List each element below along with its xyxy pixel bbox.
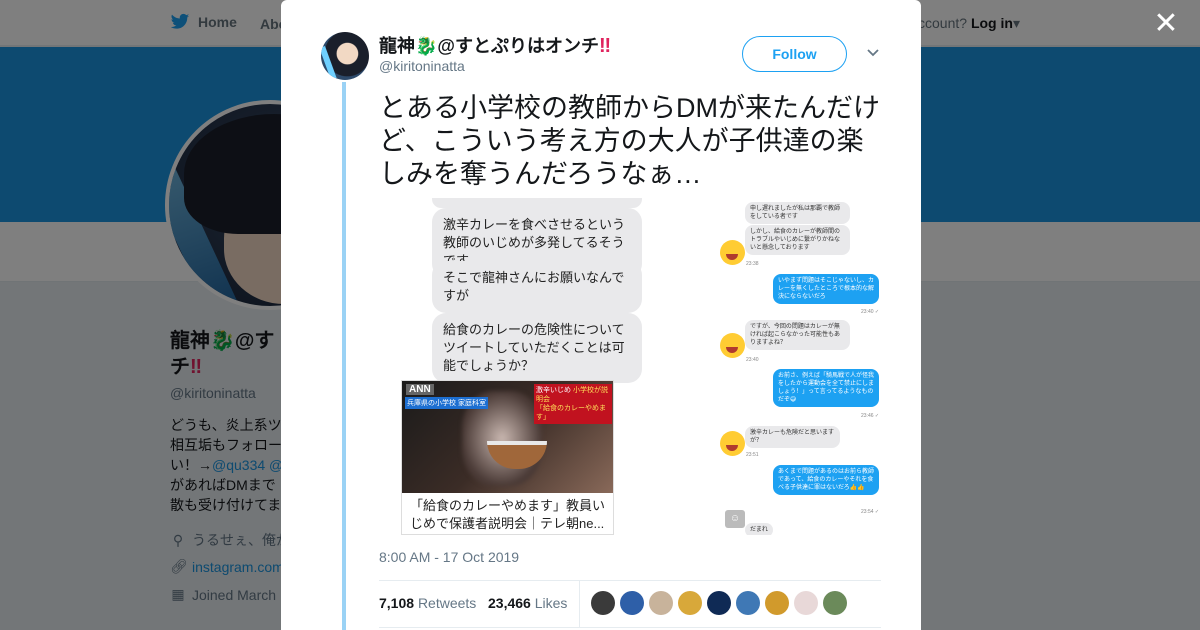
- dm-time-3: 23:40: [746, 357, 759, 363]
- author-name[interactable]: 龍神🐉@すとぷりはオンチ‼: [379, 32, 611, 58]
- news-thumbnail: ANN 兵庫県の小学校 家庭科室 激辛いじめ 小学校が説明会 「給食のカレーやめ…: [402, 381, 613, 493]
- dragon-emoji-icon: 🐉: [415, 36, 438, 56]
- tweet-stats: 7,108 Retweets 23,466 Likes: [379, 580, 881, 628]
- liker-avatar[interactable]: [591, 591, 615, 615]
- tweet-timestamp[interactable]: 8:00 AM - 17 Oct 2019: [379, 549, 519, 565]
- news-link-card[interactable]: ANN 兵庫県の小学校 家庭科室 激辛いじめ 小学校が説明会 「給食のカレーやめ…: [401, 380, 614, 535]
- dm-reply-1: いやまず問題はそこじゃないし、カレーを無くしたところで根本的な解決にならないだろ: [773, 274, 879, 304]
- author-name-rest: @すとぷりはオンチ: [437, 36, 599, 56]
- dm-time-4: 23:46 ✓: [861, 413, 880, 419]
- dm-time-5: 23:51: [746, 452, 759, 458]
- avatar-blade-shape: [321, 45, 337, 80]
- retweets-count: 7,108: [379, 595, 415, 611]
- smiley-icon: ☺: [725, 510, 745, 528]
- news-headline-1: 激辛いじめ: [536, 387, 571, 394]
- news-headline-3: 「給食のカレーやめます」: [536, 405, 606, 421]
- dm-bubble-5: だまれ: [745, 523, 773, 535]
- likes-stat[interactable]: 23,466 Likes: [488, 595, 567, 611]
- author-handle[interactable]: @kiritoninatta: [379, 58, 465, 74]
- tweet-text: とある小学校の教師からDMが来たんだけど、こういう考え方の大人が子供達の楽しみを…: [379, 93, 880, 189]
- liker-avatar[interactable]: [823, 591, 847, 615]
- dm-time-2: 23:40 ✓: [861, 309, 880, 315]
- dm-reply-2: お前さ、例えば「騎馬戦で人が怪我をしたから運動会を全て禁止にしましょう！」って言…: [773, 369, 879, 407]
- close-icon[interactable]: ✕: [1152, 9, 1180, 39]
- tweet-modal: 龍神🐉@すとぷりはオンチ‼ @kiritoninatta Follow とある小…: [281, 0, 921, 630]
- liker-avatar[interactable]: [707, 591, 731, 615]
- winking-face-icon: [720, 333, 745, 358]
- liker-avatar[interactable]: [678, 591, 702, 615]
- cutoff-bubble: [432, 198, 642, 208]
- author-avatar[interactable]: [321, 32, 369, 80]
- liker-avatar[interactable]: [765, 591, 789, 615]
- dm-time-1: 23:38: [746, 261, 759, 267]
- follow-button[interactable]: Follow: [742, 36, 847, 72]
- dm-bubble-1: 申し遅れましたが私は那覇で教師をしている者です: [745, 202, 850, 224]
- retweets-stat[interactable]: 7,108 Retweets: [379, 595, 476, 611]
- double-exclamation-icon: ‼: [598, 35, 612, 57]
- liker-avatar[interactable]: [620, 591, 644, 615]
- media-left-screenshot[interactable]: 激辛カレーを食べさせるという教師のいじめが多発してるそうです そこで龍神さんにお…: [379, 198, 649, 535]
- news-caption: 「給食のカレーやめます」教員いじめで保護者説明会｜テレ朝ne...: [402, 493, 613, 534]
- author-name-text: 龍神: [379, 36, 415, 56]
- news-location-tag: 兵庫県の小学校 家庭科室: [405, 397, 488, 409]
- stats-divider: [579, 581, 580, 628]
- liker-avatars: [591, 591, 847, 615]
- liker-avatar[interactable]: [794, 591, 818, 615]
- chevron-down-icon[interactable]: [865, 44, 881, 60]
- dm-bubble-3: ですが、今回の問題はカレーが無ければ起こらなかった可能性もありますよね？: [745, 320, 850, 350]
- tweet-media[interactable]: 激辛カレーを食べさせるという教師のいじめが多発してるそうです そこで龍神さんにお…: [379, 198, 881, 535]
- likes-label: Likes: [534, 595, 568, 611]
- media-right-screenshot[interactable]: 申し遅れましたが私は那覇で教師をしている者です しかし、給食のカレーが教師間のト…: [717, 198, 881, 535]
- news-headline-box: 激辛いじめ 小学校が説明会 「給食のカレーやめます」: [534, 384, 612, 424]
- winking-face-icon: [720, 240, 745, 265]
- retweets-label: Retweets: [417, 595, 477, 611]
- dm-time-6: 23:54 ✓: [861, 509, 880, 515]
- dm-bubble-4: 激辛カレーも危険だと思いますが？: [745, 426, 840, 448]
- liker-avatar[interactable]: [736, 591, 760, 615]
- likes-count: 23,466: [488, 595, 531, 611]
- chat-bubble-2: そこで龍神さんにお願いなんですが: [432, 261, 642, 313]
- liker-avatar[interactable]: [649, 591, 673, 615]
- dm-bubble-2: しかし、給食のカレーが教師間のトラブルやいじめに繋がりかねないと懸念しております: [745, 225, 850, 255]
- winking-face-icon: [720, 431, 745, 456]
- ann-logo: ANN: [406, 384, 434, 395]
- chat-bubble-3: 給食のカレーの危険性についてツイートしていただくことは可能でしょうか？: [432, 313, 642, 383]
- thread-line: [342, 82, 346, 630]
- dm-reply-3: あくまで問題があるのはお前ら教師であって、給食のカレーやそれを食べる子供達に罪は…: [773, 465, 879, 495]
